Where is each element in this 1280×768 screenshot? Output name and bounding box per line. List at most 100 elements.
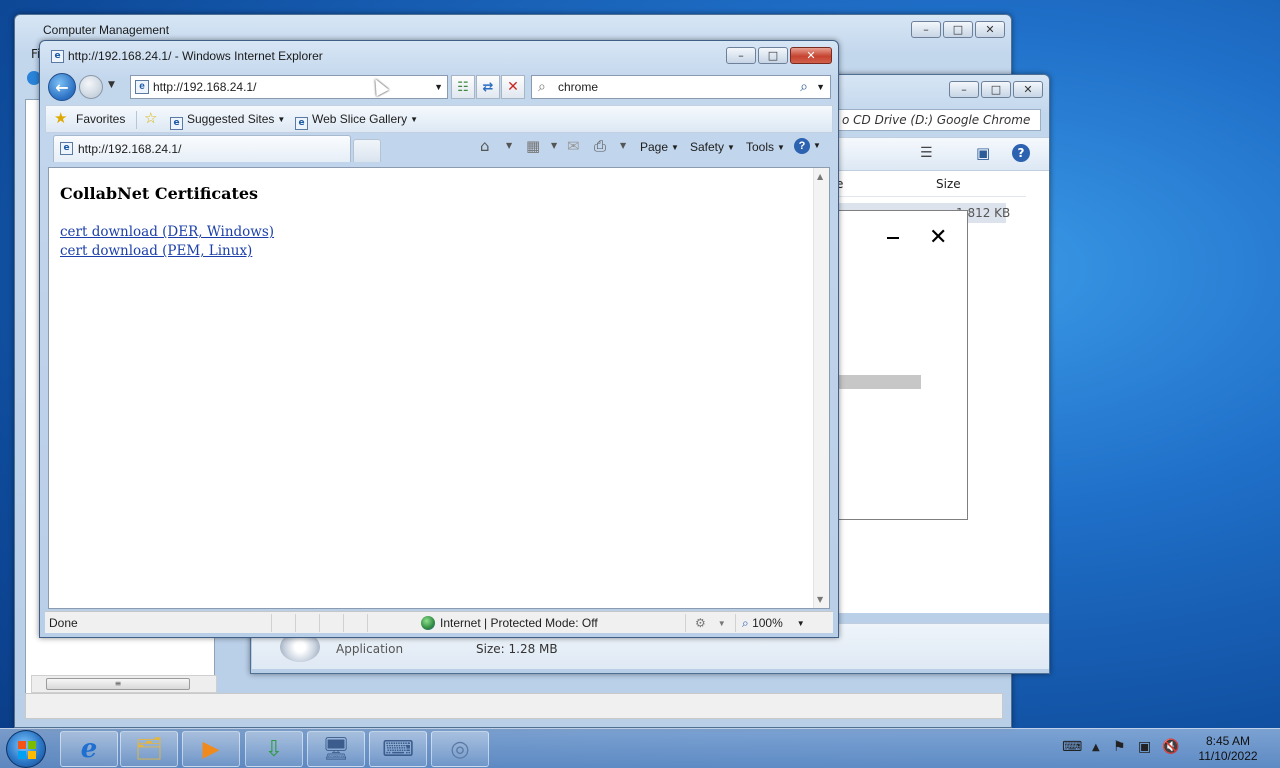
- ie-page-icon: e: [60, 142, 73, 155]
- action-center-flag-icon[interactable]: ⚑: [1113, 739, 1126, 755]
- stop-button[interactable]: ✕: [501, 75, 525, 99]
- safety-menu-label: Safety: [690, 140, 725, 154]
- home-dropdown-icon[interactable]: ▼: [506, 141, 512, 150]
- chevron-down-icon: ▼: [796, 619, 805, 628]
- minimize-button[interactable]: –: [911, 21, 941, 38]
- new-tab-button[interactable]: [353, 139, 381, 162]
- installer-dialog[interactable]: ✕: [836, 210, 968, 520]
- scroll-thumb[interactable]: ≡: [46, 678, 190, 690]
- security-zone[interactable]: Internet | Protected Mode: Off: [421, 616, 598, 630]
- close-button[interactable]: ✕: [1013, 81, 1043, 98]
- chevron-down-icon: ▼: [717, 619, 726, 628]
- page-menu-label: Page: [640, 140, 669, 154]
- separator: [735, 614, 736, 632]
- address-bar[interactable]: o CD Drive (D:) Google Chrome: [831, 109, 1041, 131]
- recent-pages-dropdown[interactable]: ▼: [108, 80, 115, 90]
- tools-menu[interactable]: Tools ▼: [746, 140, 785, 154]
- taskbar-installer[interactable]: ⇩: [245, 731, 303, 767]
- maximize-button[interactable]: □: [758, 47, 788, 64]
- page-icon: e: [135, 80, 149, 94]
- maximize-button[interactable]: □: [943, 21, 973, 38]
- caption-buttons: – □ ✕: [909, 21, 1005, 38]
- taskbar-media-player[interactable]: ▶: [182, 731, 240, 767]
- cert-download-pem-link[interactable]: cert download (PEM, Linux): [60, 243, 252, 259]
- chevron-down-icon: ▼: [777, 143, 785, 152]
- preview-pane-icon[interactable]: ▣: [976, 144, 990, 162]
- media-player-icon: ▶: [202, 736, 220, 762]
- scroll-up-icon[interactable]: ▲: [817, 172, 823, 181]
- minimize-button[interactable]: –: [726, 47, 756, 64]
- protected-mode-icon[interactable]: ⚙ ▼: [695, 616, 726, 630]
- download-icon: ⇩: [264, 736, 284, 762]
- volume-muted-icon[interactable]: 🔇: [1162, 739, 1179, 755]
- internet-explorer-window[interactable]: e http://192.168.24.1/ - Windows Interne…: [39, 40, 839, 638]
- details-size: Size: 1.28 MB: [476, 642, 558, 656]
- feeds-dropdown-icon[interactable]: ▼: [551, 141, 557, 150]
- globe-icon: [421, 616, 435, 630]
- taskbar-setup[interactable]: ◎: [431, 731, 489, 767]
- address-bar[interactable]: e http://192.168.24.1/ ▼: [130, 75, 448, 99]
- page-content[interactable]: CollabNet Certificates cert download (DE…: [48, 167, 830, 609]
- chevron-down-icon: ▼: [813, 141, 821, 150]
- compatibility-view-button[interactable]: ☷: [451, 75, 475, 99]
- forward-button[interactable]: [79, 75, 103, 99]
- search-icon: ⌕: [538, 78, 546, 94]
- search-box[interactable]: ⌕ chrome ⌕ ▼: [531, 75, 831, 99]
- cert-download-der-link[interactable]: cert download (DER, Windows): [60, 224, 274, 240]
- setup-disc-icon: ◎: [450, 736, 470, 762]
- horizontal-scrollbar[interactable]: ≡: [31, 675, 217, 693]
- scroll-down-icon[interactable]: ▼: [817, 595, 823, 604]
- clock[interactable]: 8:45 AM 11/10/2022: [1190, 734, 1266, 764]
- zoom-icon: ⌕: [742, 616, 749, 630]
- web-slice-gallery-label: Web Slice Gallery: [312, 112, 408, 126]
- minimize-button[interactable]: –: [949, 81, 979, 98]
- separator: [367, 614, 368, 632]
- maximize-button[interactable]: □: [981, 81, 1011, 98]
- show-hidden-icons[interactable]: ▲: [1092, 742, 1100, 753]
- window-title: Computer Management: [43, 23, 170, 37]
- favorites-button[interactable]: ★ Favorites: [54, 110, 125, 127]
- search-options-dropdown-icon[interactable]: ▼: [816, 82, 825, 92]
- close-button[interactable]: ✕: [790, 47, 832, 64]
- print-icon[interactable]: ⎙: [594, 137, 606, 155]
- tab-current[interactable]: e http://192.168.24.1/: [53, 135, 351, 162]
- column-header-size[interactable]: Size: [936, 177, 961, 191]
- taskbar-computer-management[interactable]: 🖥: [307, 731, 365, 767]
- vertical-scrollbar[interactable]: ▲ ▼: [813, 168, 829, 608]
- page-menu[interactable]: Page ▼: [640, 140, 679, 154]
- navigation-bar: ← ▼ e http://192.168.24.1/ ▼ ☷ ⇄ ✕ ⌕ chr…: [40, 71, 838, 103]
- close-button[interactable]: ✕: [975, 21, 1005, 38]
- help-icon[interactable]: ?: [1012, 144, 1030, 162]
- windows-logo-icon: [18, 741, 36, 759]
- taskbar-file-explorer[interactable]: 🗂: [120, 731, 178, 767]
- start-button[interactable]: [6, 730, 46, 768]
- back-button[interactable]: ←: [48, 73, 76, 101]
- print-dropdown-icon[interactable]: ▼: [620, 141, 626, 150]
- zoom-level: 100%: [752, 616, 783, 630]
- help-icon: ?: [794, 138, 810, 154]
- refresh-button[interactable]: ⇄: [476, 75, 500, 99]
- help-menu[interactable]: ? ▼: [794, 138, 821, 154]
- search-go-icon[interactable]: ⌕: [800, 78, 808, 95]
- address-text[interactable]: http://192.168.24.1/: [153, 80, 256, 94]
- mail-icon[interactable]: ✉: [567, 137, 580, 155]
- taskbar-internet-explorer[interactable]: e: [60, 731, 118, 767]
- column-header[interactable]: e Size: [836, 175, 1026, 197]
- feeds-icon[interactable]: ▦: [526, 137, 540, 155]
- window-title: http://192.168.24.1/ - Windows Internet …: [68, 49, 323, 63]
- zoom-control[interactable]: ⌕ 100% ▼: [742, 616, 805, 631]
- safety-menu[interactable]: Safety ▼: [690, 140, 735, 154]
- web-slice-gallery-link[interactable]: e Web Slice Gallery ▼: [295, 112, 418, 130]
- network-icon[interactable]: ▣: [1138, 739, 1151, 755]
- suggested-sites-link[interactable]: e Suggested Sites ▼: [170, 112, 285, 130]
- dialog-minimize-button[interactable]: [887, 237, 899, 239]
- search-input[interactable]: chrome: [558, 80, 598, 94]
- views-icon[interactable]: ☰: [920, 145, 933, 161]
- address-dropdown-icon[interactable]: ▼: [434, 82, 443, 92]
- home-icon[interactable]: ⌂: [480, 137, 490, 155]
- taskbar-explorer-window[interactable]: ⌨: [369, 731, 427, 767]
- details-type: Application: [336, 642, 404, 656]
- keyboard-tray-icon[interactable]: ⌨: [1062, 739, 1082, 755]
- dialog-close-button[interactable]: ✕: [929, 225, 947, 250]
- caption-buttons: – □ ✕: [947, 81, 1043, 98]
